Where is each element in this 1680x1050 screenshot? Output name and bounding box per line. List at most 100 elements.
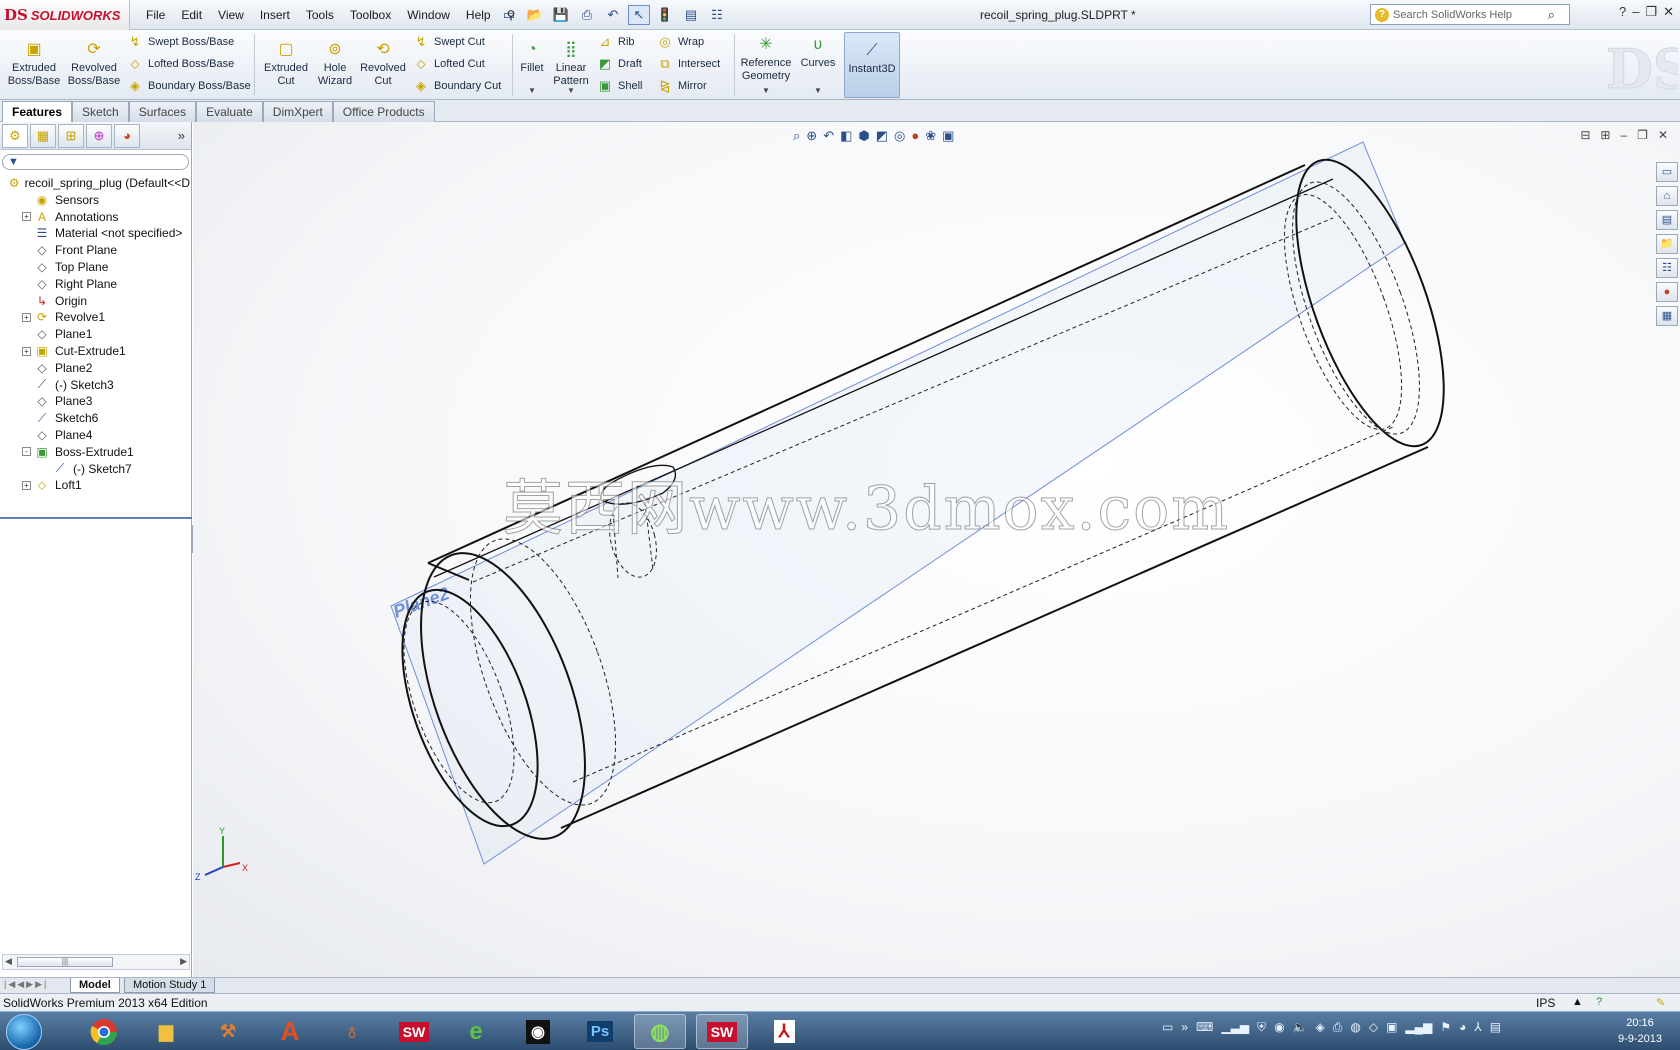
- units-indicator[interactable]: IPS: [1536, 996, 1555, 1010]
- search-icon[interactable]: ⌕: [1548, 7, 1555, 23]
- tray-app-icon[interactable]: ◈: [1316, 1020, 1325, 1035]
- app5-taskbar-icon[interactable]: ♁: [326, 1014, 378, 1049]
- tray-expand-icon[interactable]: »: [1181, 1020, 1188, 1035]
- file-properties-icon[interactable]: ▤: [680, 5, 702, 25]
- revolved-boss-button[interactable]: ⟳ Revolved Boss/Base: [66, 38, 122, 88]
- units-dropdown-icon[interactable]: ▲: [1572, 996, 1583, 1008]
- tab-motion-study-1[interactable]: Motion Study 1: [124, 978, 216, 993]
- rebuild-icon[interactable]: 🚦: [654, 5, 676, 25]
- appearances-icon[interactable]: ●: [1656, 282, 1678, 302]
- save-icon[interactable]: 💾: [550, 5, 572, 25]
- collapse-icon[interactable]: -: [22, 447, 31, 457]
- property-manager-tab-icon[interactable]: ▦: [30, 123, 56, 148]
- printer-icon[interactable]: ⎙: [1333, 1020, 1343, 1035]
- home-icon[interactable]: ⌂: [1656, 186, 1678, 206]
- tree-item[interactable]: ◇ Plane3: [0, 392, 190, 410]
- new-document-icon[interactable]: ▭: [498, 5, 520, 25]
- windows-start-button[interactable]: [6, 1014, 42, 1050]
- app8-taskbar-icon[interactable]: ◉: [512, 1014, 564, 1049]
- restore-icon[interactable]: ❐: [1645, 4, 1657, 20]
- taskbar-clock[interactable]: 20:16 9-9-2013: [1606, 1015, 1674, 1047]
- rib-button[interactable]: ⊿ Rib: [596, 32, 635, 52]
- scroll-right-icon[interactable]: ▶: [180, 956, 187, 967]
- open-icon[interactable]: 📂: [524, 5, 546, 25]
- lofted-cut-button[interactable]: ⬦ Lofted Cut: [412, 54, 484, 74]
- tree-item[interactable]: + A Annotations: [0, 208, 190, 226]
- minimize-icon[interactable]: –: [1632, 4, 1639, 20]
- tab-navigation-arrows-icon[interactable]: |◀◀▶▶|: [4, 979, 48, 990]
- tree-item[interactable]: ☰ Material <not specified>: [0, 224, 190, 242]
- expand-icon[interactable]: +: [22, 212, 31, 222]
- solidworks-taskbar-icon[interactable]: SW: [388, 1014, 440, 1049]
- menu-file[interactable]: File: [138, 8, 173, 22]
- reference-geometry-button[interactable]: ✳ Reference Geometry: [738, 33, 794, 83]
- menu-toolbox[interactable]: Toolbox: [342, 8, 399, 22]
- tree-item[interactable]: + ▣ Cut-Extrude1: [0, 342, 190, 360]
- solidworks-resources-icon[interactable]: ▭: [1656, 162, 1678, 182]
- tree-item[interactable]: ⟋ Sketch6: [0, 409, 190, 427]
- menu-tools[interactable]: Tools: [298, 8, 342, 22]
- options-icon[interactable]: ☷: [706, 5, 728, 25]
- menu-help[interactable]: Help: [458, 8, 499, 22]
- tab-surfaces[interactable]: Surfaces: [128, 101, 197, 122]
- acrobat-taskbar-icon[interactable]: ⅄: [758, 1014, 810, 1049]
- tree-item[interactable]: + ⬦ Loft1: [0, 476, 190, 494]
- tab-model[interactable]: Model: [70, 978, 120, 993]
- panel-horizontal-scrollbar[interactable]: ◀ ||| ▶: [2, 954, 190, 970]
- boundary-boss-button[interactable]: ◈ Boundary Boss/Base: [126, 76, 251, 96]
- explorer-taskbar-icon[interactable]: ▆: [140, 1014, 192, 1049]
- photoshop-taskbar-icon[interactable]: Ps: [574, 1014, 626, 1049]
- tree-item[interactable]: - ▣ Boss-Extrude1: [0, 443, 190, 461]
- reference-geometry-dropdown-icon[interactable]: ▼: [762, 86, 770, 95]
- tree-item[interactable]: ◇ Top Plane: [0, 258, 190, 276]
- menu-insert[interactable]: Insert: [252, 8, 298, 22]
- curves-button[interactable]: ʋ Curves: [798, 33, 838, 70]
- draft-button[interactable]: ◩ Draft: [596, 54, 642, 74]
- menu-view[interactable]: View: [210, 8, 252, 22]
- menu-edit[interactable]: Edit: [173, 8, 210, 22]
- solidworks-logo[interactable]: DS SOLIDWORKS: [0, 0, 130, 30]
- graphics-area[interactable]: ⌕ ⊕ ↶ ◧ ⬢ ◩ ◎ ● ❀ ▣ ⊟ ⊞ – ❐ ✕ Plane2 Y X…: [193, 122, 1680, 977]
- view-palette-icon[interactable]: ☷: [1656, 258, 1678, 278]
- swept-cut-button[interactable]: ↯ Swept Cut: [412, 32, 485, 52]
- tab-evaluate[interactable]: Evaluate: [196, 101, 263, 122]
- design-library-icon[interactable]: ▤: [1656, 210, 1678, 230]
- speaker-icon[interactable]: 🔈: [1293, 1020, 1308, 1035]
- fillet-button[interactable]: ◔ Fillet: [514, 38, 550, 75]
- update-icon[interactable]: ◉: [1274, 1020, 1284, 1035]
- instant3d-button[interactable]: ⟋ Instant3D: [844, 32, 900, 98]
- shield-icon[interactable]: ⛨: [1257, 1020, 1266, 1035]
- tree-item[interactable]: ⟋ (-) Sketch7: [0, 460, 190, 478]
- tab-features[interactable]: Features: [2, 101, 73, 122]
- tree-item[interactable]: ◇ Plane4: [0, 426, 190, 444]
- feature-tree-tab-icon[interactable]: ⚙: [2, 123, 28, 148]
- tree-item[interactable]: ⚙ recoil_spring_plug (Default<<D: [0, 174, 190, 192]
- scroll-left-icon[interactable]: ◀: [5, 956, 12, 967]
- acrobat-tray-icon[interactable]: ⅄: [1474, 1020, 1481, 1035]
- chrome-taskbar-icon[interactable]: [78, 1014, 130, 1049]
- scrollbar-thumb[interactable]: |||: [17, 957, 113, 967]
- mirror-button[interactable]: ⧎ Mirror: [656, 76, 707, 96]
- fillet-dropdown-icon[interactable]: ▼: [528, 86, 536, 95]
- dimxpert-manager-tab-icon[interactable]: ⊕: [86, 123, 112, 148]
- undo-icon[interactable]: ↶: [602, 5, 624, 25]
- network-signal-icon[interactable]: ▁▃▅: [1221, 1020, 1249, 1035]
- steam-icon[interactable]: ◕: [1459, 1020, 1466, 1035]
- display-manager-tab-icon[interactable]: ◕: [114, 123, 140, 148]
- dropbox-icon[interactable]: ◇: [1369, 1020, 1378, 1035]
- wrap-button[interactable]: ◎ Wrap: [656, 32, 704, 52]
- lofted-boss-button[interactable]: ⬦ Lofted Boss/Base: [126, 54, 234, 74]
- shell-button[interactable]: ▣ Shell: [596, 76, 643, 96]
- rebuild-status-icon[interactable]: ✎: [1656, 996, 1665, 1009]
- tree-item[interactable]: ◉ Sensors: [0, 191, 190, 209]
- tab-office-products[interactable]: Office Products: [332, 101, 435, 122]
- tree-item[interactable]: ⟋ (-) Sketch3: [0, 376, 190, 394]
- file-explorer-icon[interactable]: 📁: [1656, 234, 1678, 254]
- expand-icon[interactable]: +: [22, 312, 31, 322]
- flag-icon[interactable]: ⚑: [1440, 1020, 1451, 1035]
- linear-pattern-button[interactable]: ⣿ Linear Pattern: [550, 38, 592, 88]
- ie-taskbar-icon[interactable]: e: [450, 1014, 502, 1049]
- tree-item[interactable]: ◇ Plane1: [0, 325, 190, 343]
- tree-item[interactable]: ◇ Plane2: [0, 359, 190, 377]
- tree-item[interactable]: ◇ Right Plane: [0, 275, 190, 293]
